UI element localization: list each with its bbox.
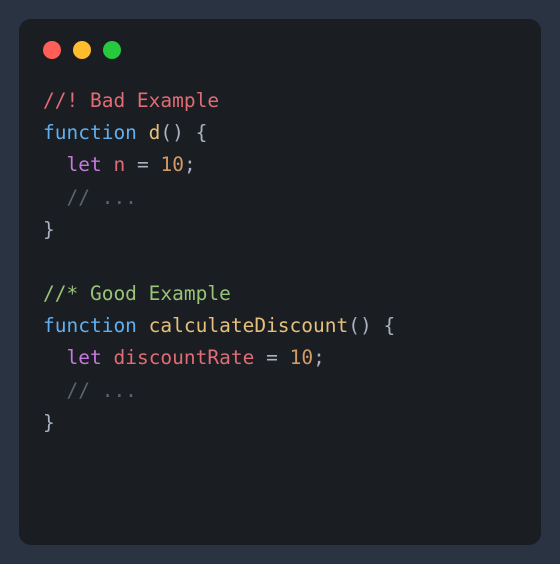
code-token: 10 bbox=[290, 346, 313, 369]
code-token: ; bbox=[184, 153, 196, 176]
code-token bbox=[43, 186, 66, 209]
code-line: // ... bbox=[43, 375, 517, 407]
code-token: n bbox=[113, 153, 125, 176]
code-token: //! Bad Example bbox=[43, 89, 219, 112]
code-token bbox=[102, 153, 114, 176]
code-line: //! Bad Example bbox=[43, 85, 517, 117]
code-token: let bbox=[66, 153, 101, 176]
code-token bbox=[43, 153, 66, 176]
code-token: () { bbox=[348, 314, 395, 337]
code-line: let discountRate = 10; bbox=[43, 342, 517, 374]
code-line: //* Good Example bbox=[43, 278, 517, 310]
code-token: ; bbox=[313, 346, 325, 369]
code-token: calculateDiscount bbox=[149, 314, 349, 337]
code-token: = bbox=[254, 346, 289, 369]
code-token: function bbox=[43, 314, 137, 337]
code-line: // ... bbox=[43, 182, 517, 214]
code-line bbox=[43, 246, 517, 278]
code-window: //! Bad Examplefunction d() { let n = 10… bbox=[19, 19, 541, 545]
code-token bbox=[137, 314, 149, 337]
code-token: = bbox=[125, 153, 160, 176]
code-token bbox=[43, 346, 66, 369]
maximize-icon[interactable] bbox=[103, 41, 121, 59]
code-token: // ... bbox=[66, 379, 136, 402]
code-block: //! Bad Examplefunction d() { let n = 10… bbox=[43, 85, 517, 439]
traffic-lights bbox=[43, 41, 517, 59]
code-token: } bbox=[43, 218, 55, 241]
code-token: // ... bbox=[66, 186, 136, 209]
code-token: let bbox=[66, 346, 101, 369]
code-token: discountRate bbox=[113, 346, 254, 369]
close-icon[interactable] bbox=[43, 41, 61, 59]
code-token: //* Good Example bbox=[43, 282, 231, 305]
code-token: d bbox=[149, 121, 161, 144]
code-line: } bbox=[43, 214, 517, 246]
minimize-icon[interactable] bbox=[73, 41, 91, 59]
code-line: let n = 10; bbox=[43, 149, 517, 181]
code-token: 10 bbox=[160, 153, 183, 176]
code-token: () { bbox=[160, 121, 207, 144]
code-line: function calculateDiscount() { bbox=[43, 310, 517, 342]
code-token bbox=[137, 121, 149, 144]
code-token bbox=[102, 346, 114, 369]
code-token: function bbox=[43, 121, 137, 144]
code-line: function d() { bbox=[43, 117, 517, 149]
code-line: } bbox=[43, 407, 517, 439]
code-token: } bbox=[43, 411, 55, 434]
code-token bbox=[43, 379, 66, 402]
